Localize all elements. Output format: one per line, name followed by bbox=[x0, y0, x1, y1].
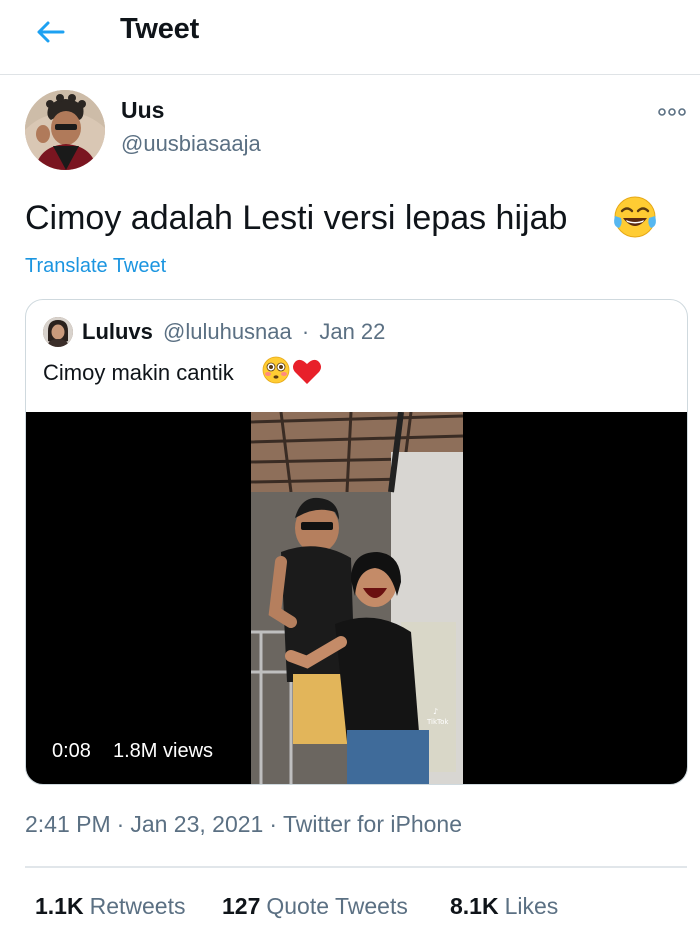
svg-text:♪: ♪ bbox=[433, 707, 438, 716]
quoted-date[interactable]: Jan 22 bbox=[319, 319, 385, 344]
retweets-label: Retweets bbox=[89, 893, 186, 919]
avatar[interactable] bbox=[25, 90, 105, 170]
author-handle[interactable]: @uusbiasaaja bbox=[121, 131, 261, 157]
divider bbox=[25, 866, 687, 868]
quoted-text: Cimoy makin cantik bbox=[43, 360, 234, 385]
tweet-timestamp: 2:41 PM · Jan 23, 2021 · Twitter for iPhone bbox=[25, 811, 462, 838]
likes-label: Likes bbox=[504, 893, 559, 919]
video-views: 1.8M views bbox=[113, 740, 214, 762]
quoted-author-meta: @luluhusnaa · Jan 22 bbox=[163, 319, 385, 345]
quoted-author-handle[interactable]: @luluhusnaa bbox=[163, 319, 292, 344]
tweet-text: Cimoy adalah Lesti versi lepas hijab bbox=[25, 199, 568, 237]
arrow-left-icon bbox=[37, 21, 65, 43]
quoted-author-name[interactable]: Luluvs bbox=[82, 319, 153, 345]
quoted-avatar[interactable] bbox=[43, 317, 73, 347]
tiktok-watermark: TikTok bbox=[426, 718, 449, 726]
likes-stat[interactable]: 8.1K Likes bbox=[450, 893, 558, 920]
author-name[interactable]: Uus bbox=[121, 97, 164, 124]
tweet-date[interactable]: Jan 23, 2021 bbox=[130, 811, 263, 837]
translate-tweet-link[interactable]: Translate Tweet bbox=[25, 255, 166, 278]
back-button[interactable] bbox=[30, 14, 70, 50]
more-options-icon bbox=[658, 108, 686, 116]
separator-dot: · bbox=[116, 811, 125, 837]
quote-tweets-label: Quote Tweets bbox=[266, 893, 408, 919]
video-thumbnail: ♪ TikTok bbox=[251, 412, 463, 784]
quote-tweets-stat[interactable]: 127 Quote Tweets bbox=[222, 893, 408, 920]
quoted-tweet[interactable]: Luluvs @luluhusnaa · Jan 22 Cimoy makin … bbox=[25, 299, 688, 785]
more-options-button[interactable] bbox=[657, 100, 687, 124]
likes-count: 8.1K bbox=[450, 893, 499, 919]
separator-dot: · bbox=[301, 319, 310, 344]
red-heart-icon bbox=[293, 359, 321, 384]
tweet-source[interactable]: Twitter for iPhone bbox=[283, 811, 462, 837]
quote-tweets-count: 127 bbox=[222, 893, 261, 919]
flushed-face-icon bbox=[262, 356, 290, 384]
top-bar: Tweet bbox=[0, 0, 700, 75]
video-player[interactable]: ♪ TikTok 0:08 1.8M views bbox=[26, 412, 687, 784]
face-with-tears-of-joy-icon bbox=[614, 196, 656, 238]
page-title: Tweet bbox=[120, 13, 200, 45]
tweet-time[interactable]: 2:41 PM bbox=[25, 811, 111, 837]
separator-dot: · bbox=[269, 811, 278, 837]
retweets-count: 1.1K bbox=[35, 893, 84, 919]
retweets-stat[interactable]: 1.1K Retweets bbox=[35, 893, 185, 920]
video-duration: 0:08 bbox=[52, 740, 91, 762]
